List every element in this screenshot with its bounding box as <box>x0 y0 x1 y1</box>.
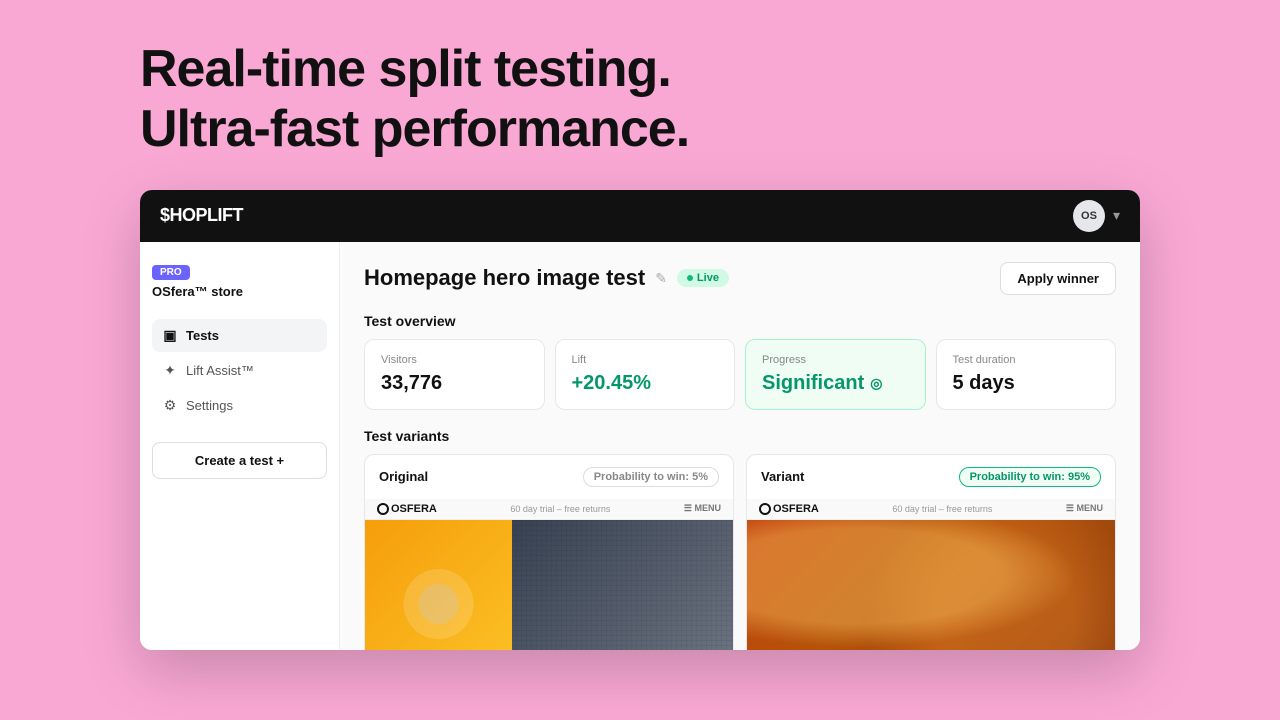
hero-section: Real-time split testing. Ultra-fast perf… <box>0 0 1280 190</box>
live-label: Live <box>697 272 719 284</box>
avatar[interactable]: OS <box>1073 200 1105 232</box>
edit-icon[interactable]: ✎ <box>655 270 667 287</box>
original-preview-images <box>365 520 733 650</box>
sidebar-nav: ▣ Tests ✦ Lift Assist™ ⚙ Settings <box>152 319 327 422</box>
significant-icon: ◎ <box>870 375 882 392</box>
hero-line1: Real-time split testing. <box>140 40 671 98</box>
variant-probability-badge: Probability to win: 95% <box>959 467 1101 487</box>
page-title: Homepage hero image test <box>364 265 645 291</box>
variant-name: Variant <box>761 469 804 484</box>
test-overview-title: Test overview <box>364 313 1116 329</box>
original-image-2 <box>512 520 733 650</box>
live-badge: Live <box>677 269 729 287</box>
apply-winner-button[interactable]: Apply winner <box>1000 262 1116 295</box>
original-preview-bar: OSFERA 60 day trial – free returns ☰ MEN… <box>365 499 733 520</box>
create-test-button[interactable]: Create a test + <box>152 442 327 479</box>
original-probability-badge: Probability to win: 5% <box>583 467 719 487</box>
original-variant-header: Original Probability to win: 5% <box>365 455 733 499</box>
original-variant-preview: OSFERA 60 day trial – free returns ☰ MEN… <box>365 499 733 650</box>
variant-image-overlay <box>747 520 1115 650</box>
app-logo: $HOPLIFT <box>160 205 243 226</box>
progress-value: Significant ◎ <box>762 372 909 395</box>
page-header-left: Homepage hero image test ✎ Live <box>364 265 729 291</box>
duration-value: 5 days <box>953 372 1100 395</box>
sidebar-item-settings-label: Settings <box>186 398 233 413</box>
original-variant-name: Original <box>379 469 428 484</box>
sidebar: PRO OSfera™ store ▣ Tests ✦ Lift Assist™… <box>140 242 340 650</box>
progress-card: Progress Significant ◎ <box>745 339 926 410</box>
page-header: Homepage hero image test ✎ Live Apply wi… <box>364 262 1116 295</box>
original-menu-icon: ☰ MENU <box>684 503 721 514</box>
top-nav: $HOPLIFT OS ▾ <box>140 190 1140 242</box>
live-dot-icon <box>687 275 693 281</box>
variant-logo-text: OSFERA <box>773 503 819 515</box>
visitors-label: Visitors <box>381 354 528 366</box>
overview-cards: Visitors 33,776 Lift +20.45% Progress Si… <box>364 339 1116 410</box>
sidebar-item-tests-label: Tests <box>186 328 219 343</box>
original-image-1-overlay <box>365 520 512 650</box>
store-name: OSfera™ store <box>152 284 327 299</box>
variant-bar-text: 60 day trial – free returns <box>892 504 992 514</box>
visitors-card: Visitors 33,776 <box>364 339 545 410</box>
sidebar-item-settings[interactable]: ⚙ Settings <box>152 389 327 422</box>
duration-label: Test duration <box>953 354 1100 366</box>
variant-image-full <box>747 520 1115 650</box>
variant-preview-bar: OSFERA 60 day trial – free returns ☰ MEN… <box>747 499 1115 520</box>
page-content: Homepage hero image test ✎ Live Apply wi… <box>340 242 1140 650</box>
original-preview-logo: OSFERA <box>377 503 437 515</box>
visitors-value: 33,776 <box>381 372 528 395</box>
sidebar-item-lift-assist[interactable]: ✦ Lift Assist™ <box>152 354 327 387</box>
pro-badge: PRO <box>152 265 190 280</box>
main-content: PRO OSfera™ store ▣ Tests ✦ Lift Assist™… <box>140 242 1140 650</box>
variant-logo-circle-icon <box>759 503 771 515</box>
nav-chevron-icon[interactable]: ▾ <box>1113 207 1120 224</box>
original-logo-text: OSFERA <box>391 503 437 515</box>
app-window: $HOPLIFT OS ▾ PRO OSfera™ store ▣ Tests … <box>140 190 1140 650</box>
lift-assist-icon: ✦ <box>162 362 178 379</box>
tests-icon: ▣ <box>162 327 178 344</box>
variant-card: Variant Probability to win: 95% OSFERA 6… <box>746 454 1116 650</box>
original-bar-text: 60 day trial – free returns <box>510 504 610 514</box>
test-variants-title: Test variants <box>364 428 1116 444</box>
progress-label: Progress <box>762 354 909 366</box>
original-image-2-overlay <box>512 520 733 650</box>
logo-circle-icon <box>377 503 389 515</box>
variants-grid: Original Probability to win: 5% OSFERA 6… <box>364 454 1116 650</box>
original-image-1 <box>365 520 512 650</box>
settings-icon: ⚙ <box>162 397 178 414</box>
original-variant-card: Original Probability to win: 5% OSFERA 6… <box>364 454 734 650</box>
lift-label: Lift <box>572 354 719 366</box>
hero-title: Real-time split testing. Ultra-fast perf… <box>140 40 1280 160</box>
sidebar-item-tests[interactable]: ▣ Tests <box>152 319 327 352</box>
duration-card: Test duration 5 days <box>936 339 1117 410</box>
progress-text: Significant <box>762 372 864 395</box>
variant-preview-logo: OSFERA <box>759 503 819 515</box>
variant-preview: OSFERA 60 day trial – free returns ☰ MEN… <box>747 499 1115 650</box>
lift-card: Lift +20.45% <box>555 339 736 410</box>
sidebar-item-lift-label: Lift Assist™ <box>186 363 254 378</box>
nav-right: OS ▾ <box>1073 200 1120 232</box>
lift-value: +20.45% <box>572 372 719 395</box>
variant-menu-icon: ☰ MENU <box>1066 503 1103 514</box>
variant-header: Variant Probability to win: 95% <box>747 455 1115 499</box>
hero-line2: Ultra-fast performance. <box>140 100 689 158</box>
